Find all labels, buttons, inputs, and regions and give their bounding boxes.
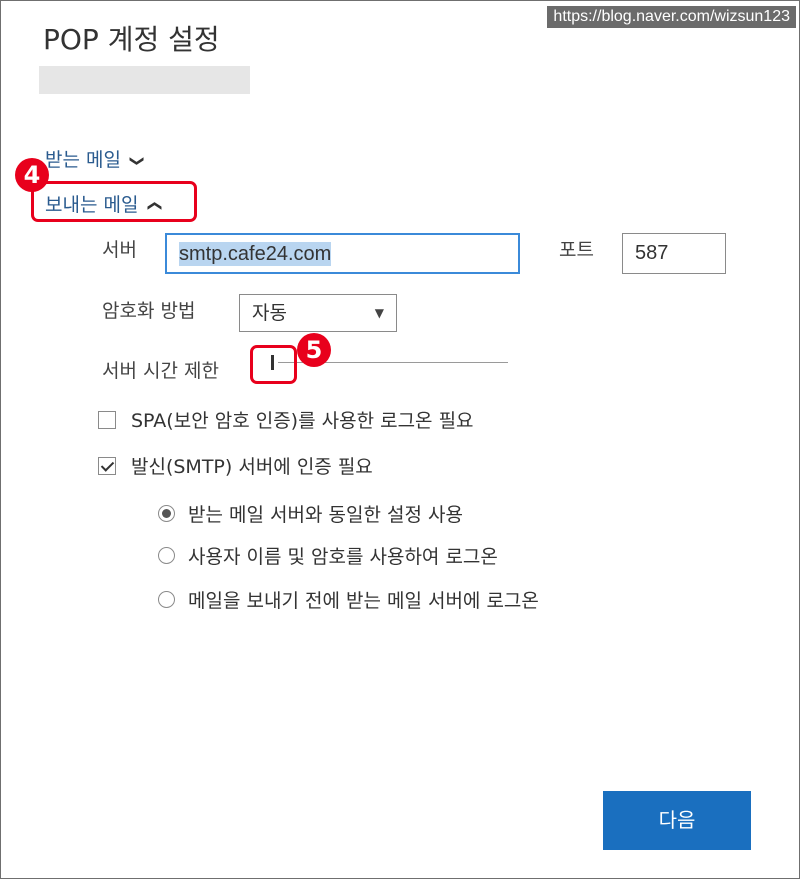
radio-button[interactable]: [158, 505, 175, 522]
port-label: 포트: [559, 239, 594, 261]
smtp-auth-label: 발신(SMTP) 서버에 인증 필요: [131, 456, 373, 478]
chevron-down-icon: ❯: [128, 154, 145, 167]
annotation-badge-5: 5: [297, 333, 331, 367]
annotation-box-timeout: [250, 345, 297, 384]
auth-option-label: 메일을 보내기 전에 받는 메일 서버에 로그온: [188, 590, 539, 612]
radio-button[interactable]: [158, 547, 175, 564]
dialog-title: POP 계정 설정: [43, 23, 220, 56]
encryption-select-value: 자동: [252, 302, 287, 324]
dialog-frame: [0, 0, 800, 879]
smtp-auth-option[interactable]: 발신(SMTP) 서버에 인증 필요: [98, 452, 373, 479]
timeout-label: 서버 시간 제한: [102, 360, 219, 382]
radio-button[interactable]: [158, 591, 175, 608]
auth-option-username-password[interactable]: 사용자 이름 및 암호를 사용하여 로그온: [158, 542, 498, 569]
port-input[interactable]: 587: [622, 233, 726, 274]
server-label: 서버: [102, 239, 137, 261]
smtp-auth-checkbox[interactable]: [98, 456, 116, 475]
server-input[interactable]: smtp.cafe24.com: [165, 233, 520, 274]
annotation-badge-4: 4: [15, 158, 49, 192]
next-button[interactable]: 다음: [603, 791, 751, 850]
spa-label: SPA(보안 암호 인증)를 사용한 로그온 필요: [131, 410, 474, 432]
watermark: https://blog.naver.com/wizsun123: [547, 6, 796, 28]
auth-option-same-as-incoming[interactable]: 받는 메일 서버와 동일한 설정 사용: [158, 500, 463, 527]
incoming-mail-label: 받는 메일: [45, 149, 121, 171]
incoming-mail-toggle[interactable]: 받는 메일 ❯: [45, 145, 145, 172]
redacted-account-bar: [39, 66, 250, 94]
encryption-select[interactable]: 자동 ▼: [239, 294, 397, 332]
auth-option-label: 사용자 이름 및 암호를 사용하여 로그온: [188, 546, 498, 568]
dropdown-caret-icon: ▼: [374, 306, 384, 320]
server-input-value: smtp.cafe24.com: [179, 242, 332, 266]
spa-checkbox[interactable]: [98, 410, 116, 429]
auth-option-label: 받는 메일 서버와 동일한 설정 사용: [188, 504, 463, 526]
encryption-label: 암호화 방법: [102, 300, 196, 322]
annotation-box-outgoing: [31, 181, 197, 222]
auth-option-logon-incoming-first[interactable]: 메일을 보내기 전에 받는 메일 서버에 로그온: [158, 586, 539, 613]
spa-option[interactable]: SPA(보안 암호 인증)를 사용한 로그온 필요: [98, 406, 474, 433]
